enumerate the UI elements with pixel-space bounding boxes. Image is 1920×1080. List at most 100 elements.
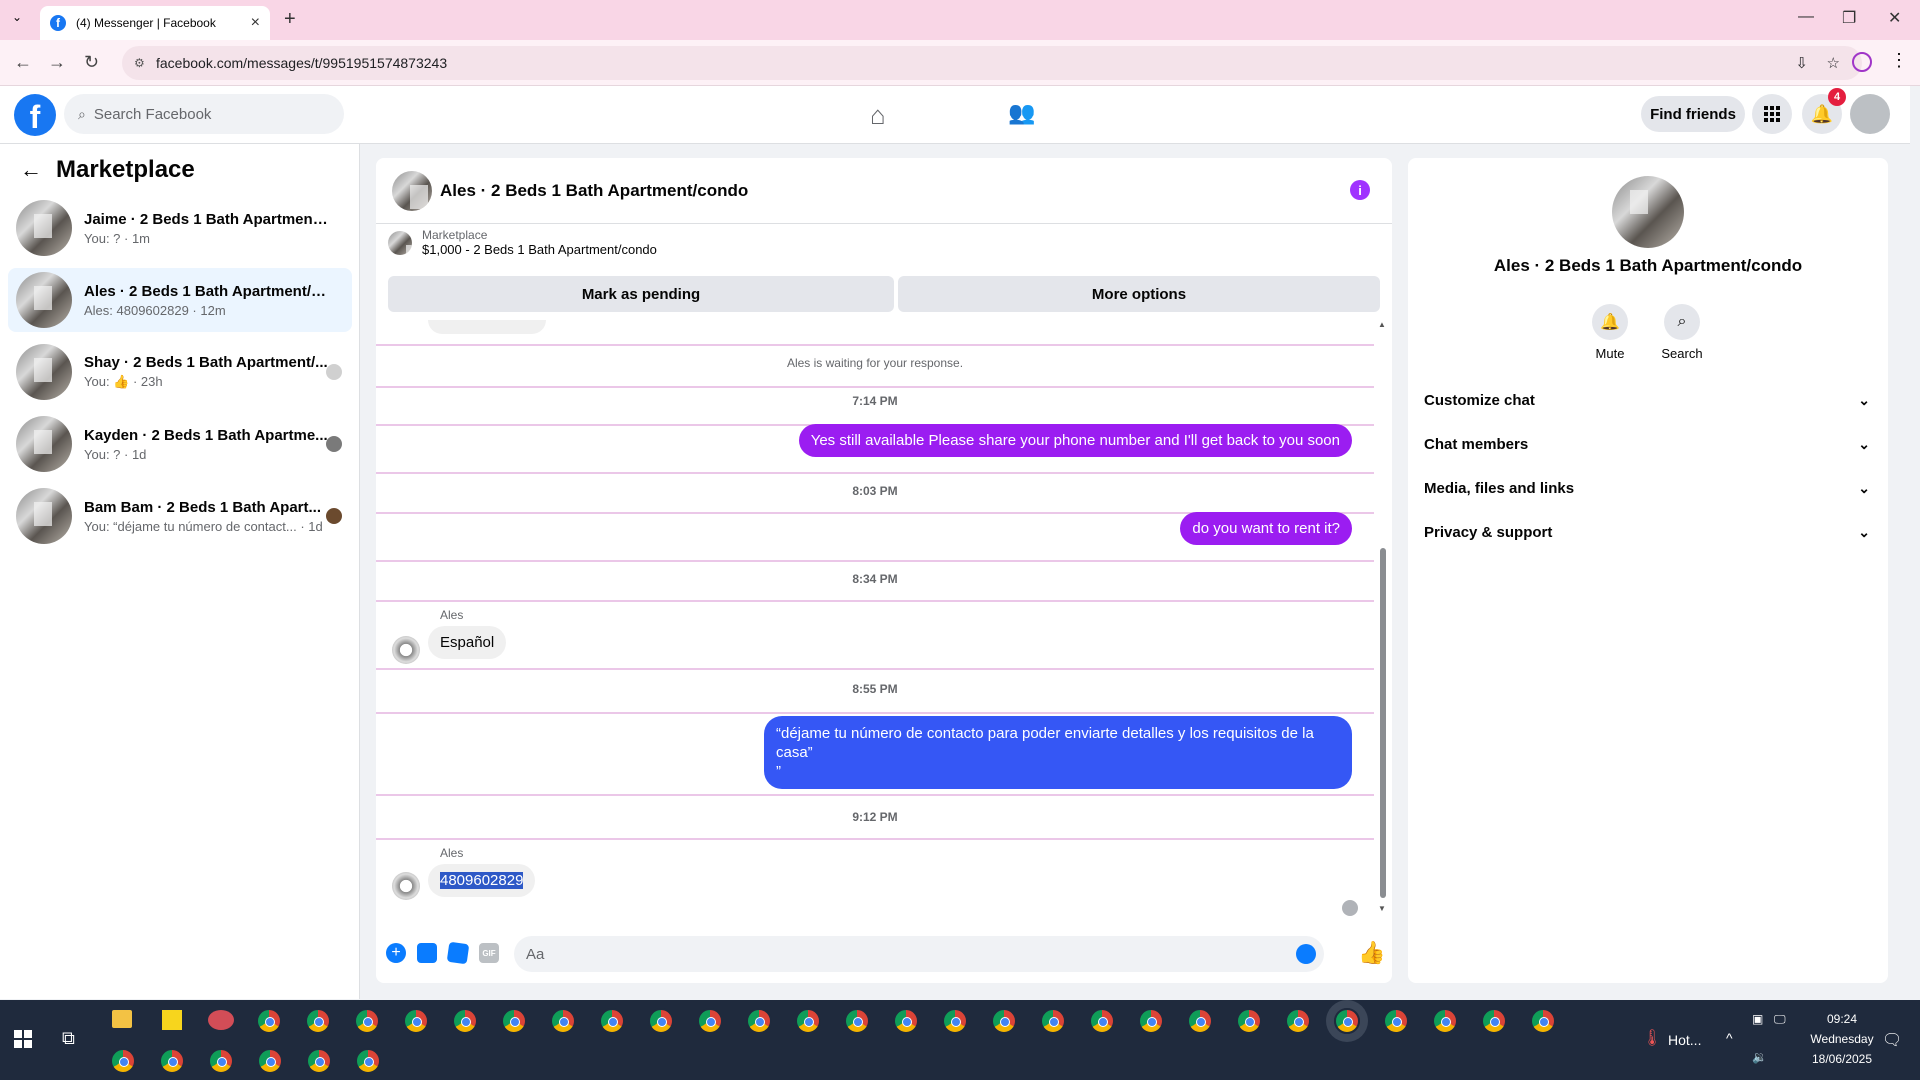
clock-date[interactable]: 18/06/2025 bbox=[1796, 1052, 1888, 1066]
weather-text[interactable]: Hot... bbox=[1668, 1032, 1701, 1048]
mute-button[interactable]: 🔔 Mute bbox=[1580, 304, 1640, 361]
scroll-down-arrow-icon[interactable]: ▼ bbox=[1378, 904, 1386, 913]
chrome-window-icon[interactable] bbox=[110, 1048, 136, 1074]
menu-grid-icon[interactable] bbox=[1752, 94, 1792, 134]
back-arrow-icon[interactable]: ← bbox=[20, 157, 42, 183]
chat-members-section[interactable]: Chat members ⌄ bbox=[1424, 424, 1870, 464]
chrome-window-icon[interactable] bbox=[1481, 1008, 1507, 1034]
chrome-window-icon[interactable] bbox=[844, 1008, 870, 1034]
like-thumb-icon[interactable]: 👍 bbox=[1358, 940, 1385, 966]
mark-as-pending-button[interactable]: Mark as pending bbox=[388, 276, 894, 312]
chrome-window-icon[interactable] bbox=[697, 1008, 723, 1034]
url-field[interactable]: ⚙ facebook.com/messages/t/99519515748732… bbox=[122, 46, 1862, 80]
privacy-support-section[interactable]: Privacy & support ⌄ bbox=[1424, 512, 1870, 552]
account-avatar[interactable] bbox=[1850, 94, 1890, 134]
more-options-button[interactable]: More options bbox=[898, 276, 1380, 312]
tab-list-icon[interactable]: ⌄ bbox=[12, 10, 22, 24]
chrome-window-icon[interactable] bbox=[1187, 1008, 1213, 1034]
search-input[interactable]: ⌕ Search Facebook bbox=[64, 94, 344, 134]
contact-avatar[interactable] bbox=[392, 872, 420, 900]
install-app-icon[interactable]: ⇩ bbox=[1795, 54, 1808, 72]
meet-now-icon[interactable]: ▣ bbox=[1752, 1012, 1763, 1026]
facebook-logo[interactable]: f bbox=[14, 94, 56, 136]
plus-icon[interactable]: + bbox=[386, 943, 406, 963]
message-scrollbar[interactable]: ▲ ▼ bbox=[1377, 318, 1387, 918]
network-icon[interactable]: 🖵 bbox=[1774, 1012, 1786, 1027]
sent-message[interactable]: “déjame tu número de contacto para poder… bbox=[764, 716, 1352, 789]
conversation-item[interactable]: Jaime · 2 Beds 1 Bath Apartment/c... You:… bbox=[8, 196, 352, 260]
chrome-window-icon[interactable] bbox=[942, 1008, 968, 1034]
sent-message[interactable]: Yes still available Please share your ph… bbox=[798, 424, 1352, 457]
clock-time[interactable]: 09:24 bbox=[1812, 1012, 1872, 1026]
close-tab-icon[interactable]: × bbox=[251, 14, 260, 32]
info-icon[interactable]: i bbox=[1350, 180, 1370, 200]
received-message[interactable]: Español bbox=[428, 626, 507, 659]
customize-chat-section[interactable]: Customize chat ⌄ bbox=[1424, 380, 1870, 420]
new-tab-icon[interactable]: + bbox=[284, 8, 296, 31]
chrome-window-icon[interactable] bbox=[256, 1008, 282, 1034]
task-view-icon[interactable]: ⧉ bbox=[62, 1028, 75, 1049]
restore-icon[interactable]: ❐ bbox=[1842, 8, 1856, 28]
home-icon[interactable]: ⌂ bbox=[870, 100, 886, 131]
chrome-window-icon[interactable] bbox=[354, 1008, 380, 1034]
profile-icon[interactable] bbox=[1852, 52, 1872, 72]
find-friends-button[interactable]: Find friends bbox=[1641, 96, 1745, 132]
chrome-window-icon[interactable] bbox=[599, 1008, 625, 1034]
sticky-notes-icon[interactable] bbox=[162, 1010, 182, 1030]
chrome-window-icon[interactable] bbox=[893, 1008, 919, 1034]
message-input[interactable]: Aa bbox=[514, 936, 1324, 972]
conversation-item[interactable]: Shay · 2 Beds 1 Bath Apartment/... You: 👍… bbox=[8, 340, 352, 404]
chrome-window-icon[interactable] bbox=[550, 1008, 576, 1034]
reload-icon[interactable]: ↻ bbox=[84, 52, 99, 73]
browser-tab[interactable]: f (4) Messenger | Facebook × bbox=[40, 6, 270, 40]
chrome-window-icon[interactable] bbox=[1089, 1008, 1115, 1034]
conversation-item-active[interactable]: Ales · 2 Beds 1 Bath Apartment/co... Ales… bbox=[8, 268, 352, 332]
site-info-icon[interactable]: ⚙ bbox=[134, 56, 145, 70]
chat-title[interactable]: Ales · 2 Beds 1 Bath Apartment/condo bbox=[440, 181, 748, 201]
chrome-window-icon[interactable] bbox=[746, 1008, 772, 1034]
chrome-window-icon[interactable] bbox=[452, 1008, 478, 1034]
chrome-window-icon[interactable] bbox=[208, 1048, 234, 1074]
sent-message[interactable]: do you want to rent it? bbox=[1180, 512, 1352, 545]
chrome-window-icon[interactable] bbox=[1530, 1008, 1556, 1034]
conversation-item[interactable]: Kayden · 2 Beds 1 Bath Apartme... You: ? … bbox=[8, 412, 352, 476]
media-files-links-section[interactable]: Media, files and links ⌄ bbox=[1424, 468, 1870, 508]
scrollbar-thumb[interactable] bbox=[1380, 548, 1386, 898]
conversation-item[interactable]: Bam Bam · 2 Beds 1 Bath Apart... You: “dé… bbox=[8, 484, 352, 548]
forward-icon[interactable]: → bbox=[48, 52, 66, 73]
chrome-window-icon[interactable] bbox=[306, 1048, 332, 1074]
window-close-icon[interactable]: ✕ bbox=[1888, 8, 1901, 28]
sticker-icon[interactable] bbox=[446, 941, 470, 965]
thermometer-icon[interactable]: 🌡 bbox=[1642, 1028, 1662, 1048]
emoji-icon[interactable] bbox=[1296, 944, 1316, 964]
contact-avatar[interactable] bbox=[392, 636, 420, 664]
chrome-window-icon[interactable] bbox=[403, 1008, 429, 1034]
browser-menu-icon[interactable]: ⋮ bbox=[1890, 50, 1908, 71]
chrome-window-icon-active[interactable] bbox=[1334, 1008, 1360, 1034]
chrome-window-icon[interactable] bbox=[159, 1048, 185, 1074]
app-icon[interactable] bbox=[208, 1010, 234, 1030]
chrome-window-icon[interactable] bbox=[991, 1008, 1017, 1034]
chrome-window-icon[interactable] bbox=[501, 1008, 527, 1034]
minimize-icon[interactable]: — bbox=[1798, 8, 1814, 26]
show-hidden-icons[interactable]: ^ bbox=[1726, 1030, 1733, 1046]
chrome-window-icon[interactable] bbox=[1040, 1008, 1066, 1034]
bookmark-star-icon[interactable]: ☆ bbox=[1827, 54, 1840, 72]
windows-start-icon[interactable] bbox=[14, 1030, 32, 1048]
chrome-window-icon[interactable] bbox=[1138, 1008, 1164, 1034]
search-chat-button[interactable]: ⌕ Search bbox=[1652, 304, 1712, 361]
friends-icon[interactable]: 👥 bbox=[1008, 100, 1035, 126]
chrome-window-icon[interactable] bbox=[305, 1008, 331, 1034]
chrome-window-icon[interactable] bbox=[1383, 1008, 1409, 1034]
notification-center-icon[interactable]: 🗨 bbox=[1882, 1030, 1902, 1050]
file-explorer-icon[interactable] bbox=[112, 1010, 132, 1028]
chrome-window-icon[interactable] bbox=[1285, 1008, 1311, 1034]
listing-banner[interactable]: Marketplace $1,000 - 2 Beds 1 Bath Apart… bbox=[388, 228, 657, 257]
chrome-window-icon[interactable] bbox=[257, 1048, 283, 1074]
volume-icon[interactable]: 🔉 bbox=[1752, 1050, 1767, 1064]
clock-day[interactable]: Wednesday bbox=[1796, 1032, 1888, 1046]
chrome-window-icon[interactable] bbox=[648, 1008, 674, 1034]
back-icon[interactable]: ← bbox=[14, 52, 32, 73]
scroll-up-arrow-icon[interactable]: ▲ bbox=[1378, 320, 1386, 329]
gif-icon[interactable]: GIF bbox=[479, 943, 499, 963]
